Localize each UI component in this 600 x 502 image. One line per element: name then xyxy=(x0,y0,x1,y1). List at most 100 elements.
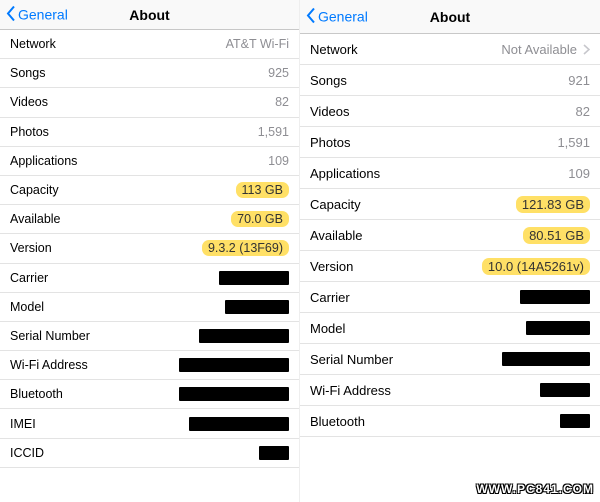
navbar: General About xyxy=(0,0,299,30)
list-item: Available 80.51 GB xyxy=(300,220,600,251)
list-item: Bluetooth xyxy=(0,380,299,409)
list-item: Serial Number xyxy=(0,322,299,351)
list-item: Photos 1,591 xyxy=(300,127,600,158)
row-label: Serial Number xyxy=(10,329,90,343)
row-label: Applications xyxy=(310,166,380,181)
list-item: Songs 925 xyxy=(0,59,299,88)
row-label: Model xyxy=(10,300,44,314)
row-value xyxy=(199,329,289,343)
row-label: Wi-Fi Address xyxy=(10,358,88,372)
row-value: 9.3.2 (13F69) xyxy=(202,240,289,256)
row-label: Applications xyxy=(10,154,77,168)
row-label: Version xyxy=(310,259,353,274)
row-label: Bluetooth xyxy=(310,414,365,429)
about-screen-right: General About Network Not Available Songs 921… xyxy=(300,0,600,502)
row-value xyxy=(540,383,590,397)
row-value xyxy=(259,446,289,460)
row-value: 121.83 GB xyxy=(516,196,590,213)
row-value: 1,591 xyxy=(557,135,590,150)
list-item: Videos 82 xyxy=(0,88,299,117)
list-item: Applications 109 xyxy=(0,147,299,176)
about-list: Network AT&T Wi-Fi Songs 925 Videos 82 Photos 1… xyxy=(0,30,299,502)
list-item: Model xyxy=(0,293,299,322)
chevron-right-icon xyxy=(583,44,590,55)
row-value: 925 xyxy=(268,66,289,80)
row-label: Network xyxy=(10,37,56,51)
list-item: Songs 921 xyxy=(300,65,600,96)
row-value xyxy=(179,387,289,401)
list-item: Version 9.3.2 (13F69) xyxy=(0,234,299,263)
row-value xyxy=(219,271,289,285)
row-value xyxy=(526,321,590,335)
row-label: Photos xyxy=(310,135,350,150)
back-label: General xyxy=(18,7,68,23)
list-item: Applications 109 xyxy=(300,158,600,189)
row-label: Photos xyxy=(10,125,49,139)
row-value: 70.0 GB xyxy=(231,211,289,227)
row-value: 1,591 xyxy=(258,125,289,139)
list-item: IMEI xyxy=(0,409,299,438)
list-item: ICCID xyxy=(0,439,299,468)
page-title: About xyxy=(129,7,169,23)
row-value: 109 xyxy=(268,154,289,168)
row-label: Capacity xyxy=(10,183,59,197)
row-label: Songs xyxy=(10,66,45,80)
list-item[interactable]: Network Not Available xyxy=(300,34,600,65)
row-value: 80.51 GB xyxy=(523,227,590,244)
row-value: 10.0 (14A5261v) xyxy=(482,258,590,275)
row-label: Available xyxy=(310,228,363,243)
chevron-left-icon xyxy=(6,5,18,24)
row-value: 113 GB xyxy=(236,182,289,198)
row-label: Network xyxy=(310,42,358,57)
row-label: Bluetooth xyxy=(10,387,63,401)
row-label: Videos xyxy=(10,95,48,109)
row-label: ICCID xyxy=(10,446,44,460)
row-label: Available xyxy=(10,212,61,226)
watermark: WWW.PC841.COM xyxy=(476,482,594,496)
chevron-left-icon xyxy=(306,7,318,26)
list-item: Capacity 121.83 GB xyxy=(300,189,600,220)
row-label: Videos xyxy=(310,104,350,119)
list-item: Wi-Fi Address xyxy=(0,351,299,380)
back-button[interactable]: General xyxy=(6,5,68,24)
row-label: Model xyxy=(310,321,345,336)
row-value xyxy=(179,358,289,372)
row-label: Capacity xyxy=(310,197,361,212)
about-list: Network Not Available Songs 921 Videos 82 Phot… xyxy=(300,34,600,502)
list-item: Carrier xyxy=(300,282,600,313)
list-item: Capacity 113 GB xyxy=(0,176,299,205)
row-label: Version xyxy=(10,241,52,255)
row-label: IMEI xyxy=(10,417,36,431)
back-label: General xyxy=(318,9,368,25)
list-item: Videos 82 xyxy=(300,96,600,127)
row-label: Carrier xyxy=(10,271,48,285)
row-value xyxy=(225,300,289,314)
row-label: Carrier xyxy=(310,290,350,305)
list-item: Version 10.0 (14A5261v) xyxy=(300,251,600,282)
list-item: Carrier xyxy=(0,264,299,293)
row-value xyxy=(502,352,590,366)
page-title: About xyxy=(430,9,470,25)
list-item: Network AT&T Wi-Fi xyxy=(0,30,299,59)
list-item: Available 70.0 GB xyxy=(0,205,299,234)
list-item: Photos 1,591 xyxy=(0,118,299,147)
row-value: 109 xyxy=(568,166,590,181)
row-value: 921 xyxy=(568,73,590,88)
back-button[interactable]: General xyxy=(306,7,368,26)
row-label: Songs xyxy=(310,73,347,88)
row-label: Wi-Fi Address xyxy=(310,383,391,398)
list-item: Wi-Fi Address xyxy=(300,375,600,406)
list-item: Serial Number xyxy=(300,344,600,375)
list-item: Bluetooth xyxy=(300,406,600,437)
row-value: Not Available xyxy=(501,42,577,57)
about-screen-left: General About Network AT&T Wi-Fi Songs 925 Vid… xyxy=(0,0,300,502)
row-value xyxy=(560,414,590,428)
row-value xyxy=(189,417,289,431)
list-item: Model xyxy=(300,313,600,344)
navbar: General About xyxy=(300,0,600,34)
row-value xyxy=(520,290,590,304)
row-label: Serial Number xyxy=(310,352,393,367)
row-value: 82 xyxy=(275,95,289,109)
row-value: 82 xyxy=(576,104,590,119)
row-value: AT&T Wi-Fi xyxy=(226,37,289,51)
